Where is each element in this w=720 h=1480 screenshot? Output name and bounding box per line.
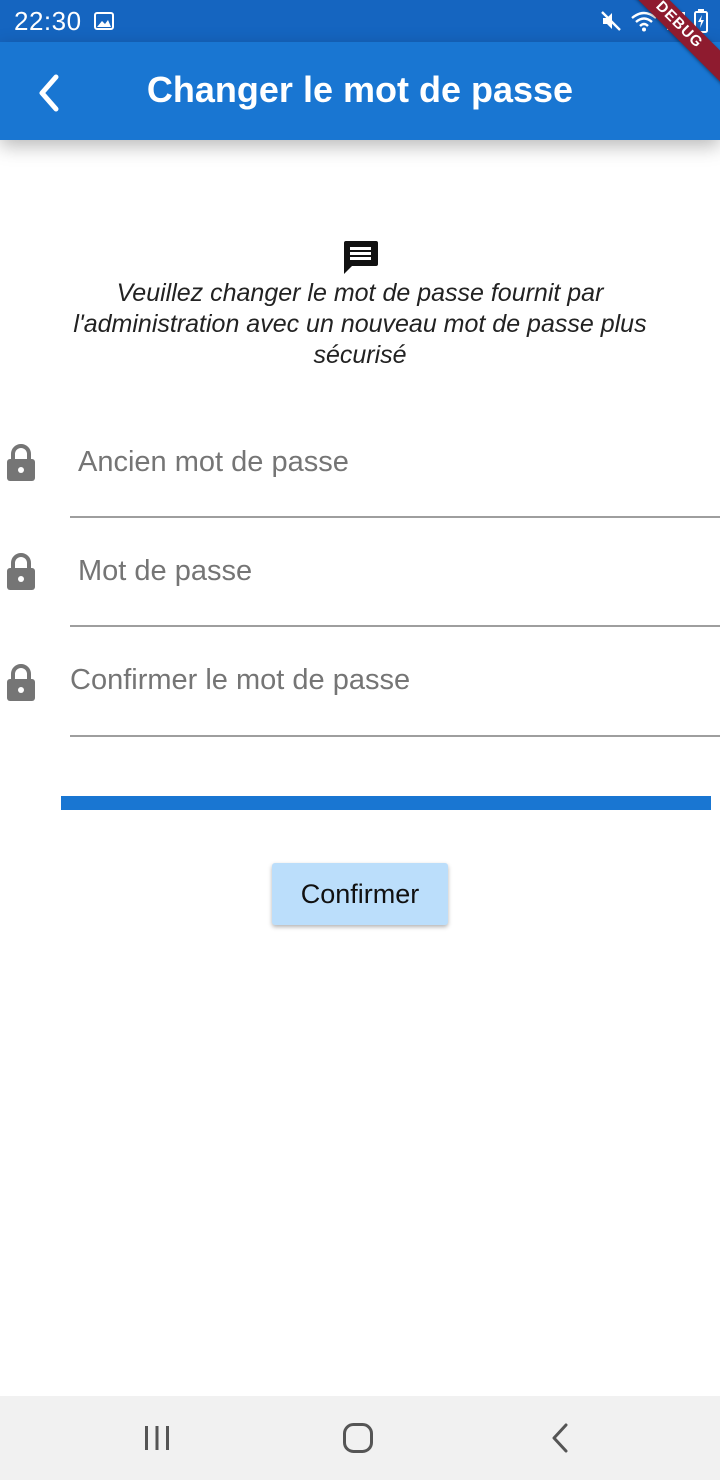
old-password-field	[0, 418, 720, 518]
lock-icon	[7, 664, 35, 701]
old-password-input[interactable]	[78, 432, 718, 492]
back-icon	[552, 1423, 568, 1453]
mute-icon	[601, 11, 621, 31]
page-title: Changer le mot de passe	[146, 69, 574, 110]
new-password-input[interactable]	[78, 541, 718, 601]
recent-apps-icon	[145, 1426, 169, 1450]
change-password-screen: 22:30 Changer le mot de passe DEBUG Veui…	[0, 0, 720, 1480]
message-icon	[344, 241, 378, 274]
nav-back-button[interactable]	[530, 1418, 590, 1458]
confirm-password-input[interactable]	[70, 650, 720, 710]
confirm-password-field	[0, 636, 720, 737]
status-bar: 22:30	[0, 0, 720, 42]
status-time: 22:30	[14, 6, 82, 36]
confirm-button[interactable]: Confirmer	[272, 863, 448, 925]
home-icon	[343, 1423, 373, 1453]
new-password-field	[0, 527, 720, 627]
recent-apps-button[interactable]	[127, 1418, 187, 1458]
gallery-icon	[94, 12, 114, 30]
password-strength-bar	[61, 796, 711, 810]
system-nav-bar	[0, 1396, 720, 1480]
field-underline	[70, 625, 720, 627]
lock-icon	[7, 444, 35, 481]
field-underline	[70, 516, 720, 518]
instruction-message: Veuillez changer le mot de passe fournit…	[73, 279, 647, 369]
password-strength-fill	[61, 796, 711, 810]
field-underline	[70, 735, 720, 737]
home-button[interactable]	[328, 1418, 388, 1458]
lock-icon	[7, 553, 35, 590]
app-bar: Changer le mot de passe	[0, 42, 720, 140]
